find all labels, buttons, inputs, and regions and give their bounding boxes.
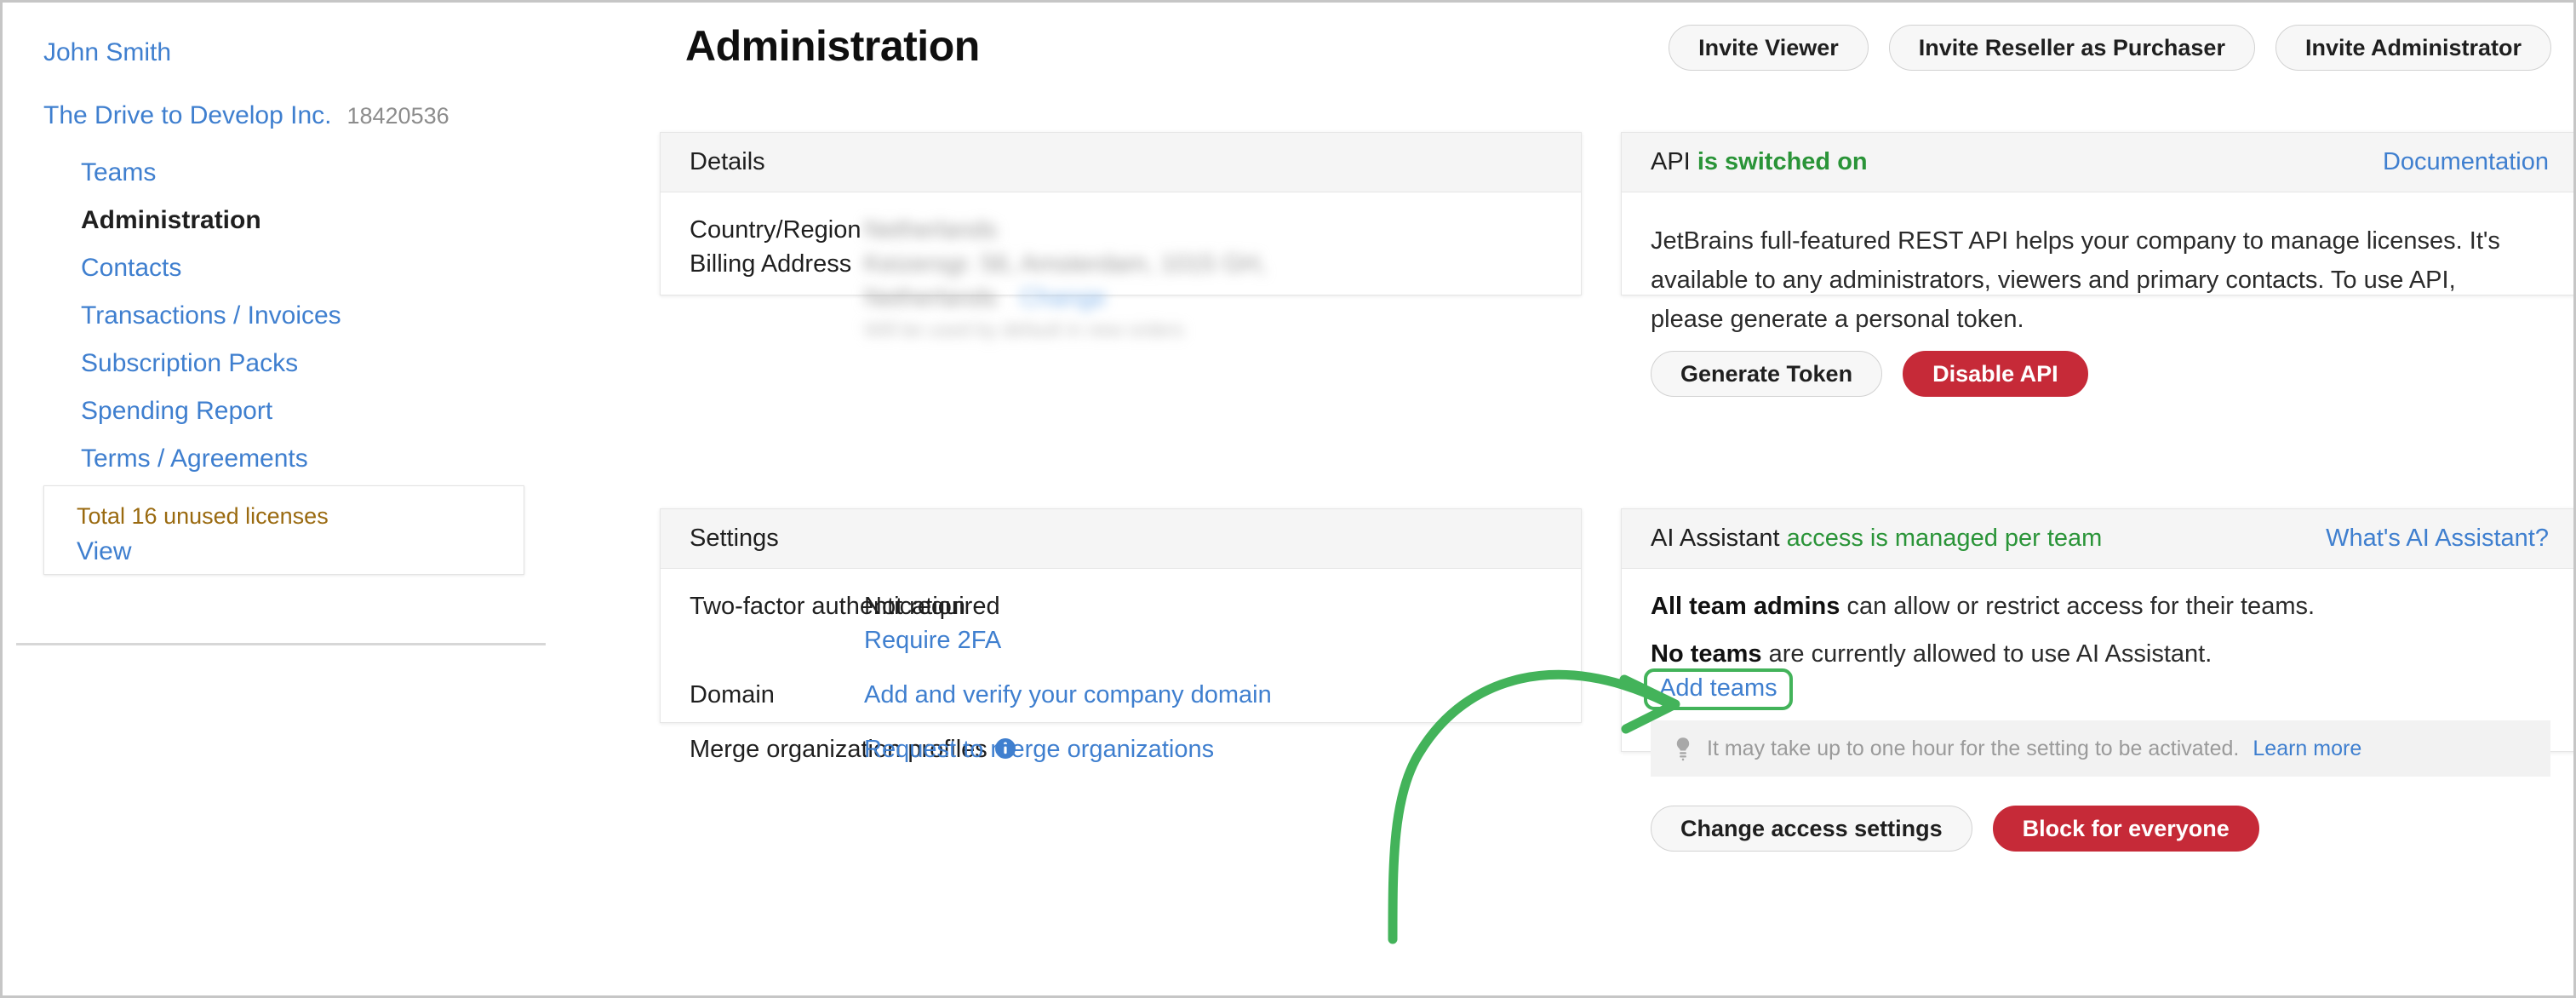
merge-organization-profiles-label-group: Merge organization profiles — [690, 732, 1016, 766]
domain-row: Domain Add and verify your company domai… — [690, 678, 1272, 712]
ai-admins-line-rest: can allow or restrict access for their t… — [1840, 593, 2316, 620]
sidebar-item-label: Teams — [81, 158, 157, 186]
billing-address-note: Will be used by default in new orders — [864, 318, 1184, 341]
ai-assistant-card-header: AI Assistant access is managed per team … — [1622, 509, 2573, 569]
details-card-header: Details — [661, 133, 1581, 192]
invite-administrator-button[interactable]: Invite Administrator — [2275, 25, 2551, 71]
settings-card-header: Settings — [661, 509, 1581, 569]
api-status-badge: is switched on — [1697, 148, 1868, 175]
billing-address-line-1: Keizersgr. 56, Amsterdam, 1015 GH, — [864, 250, 1267, 278]
ai-admins-line-bold: All team admins — [1651, 593, 1840, 620]
sidebar-item-terms-agreements[interactable]: Terms / Agreements — [81, 435, 341, 483]
ai-assistant-card-title-text: AI Assistant — [1651, 525, 1780, 552]
sidebar-organization-id: 18420536 — [346, 103, 449, 129]
billing-address-value-group: Keizersgr. 56, Amsterdam, 1015 GH, Nethe… — [864, 247, 1266, 344]
api-documentation-link[interactable]: Documentation — [2383, 150, 2549, 175]
domain-label: Domain — [690, 681, 775, 708]
ai-admins-line: All team admins can allow or restrict ac… — [1651, 594, 2315, 619]
sidebar-item-label: Subscription Packs — [81, 349, 299, 377]
sidebar-divider — [16, 643, 546, 645]
sidebar-item-transactions-invoices[interactable]: Transactions / Invoices — [81, 292, 341, 340]
sidebar-item-administration[interactable]: Administration — [81, 197, 341, 244]
two-factor-authentication-value: Not required — [864, 593, 1000, 620]
api-card-header: API is switched on Documentation — [1622, 133, 2573, 192]
generate-token-button[interactable]: Generate Token — [1651, 351, 1883, 397]
page-title: Administration — [685, 22, 980, 70]
settings-card-title: Settings — [690, 525, 779, 552]
require-2fa-link[interactable]: Require 2FA — [864, 623, 1001, 657]
add-and-verify-domain-link[interactable]: Add and verify your company domain — [864, 678, 1272, 712]
unused-licenses-summary: Total 16 unused licenses — [77, 503, 329, 529]
details-card: Details Country/Region Netherlands Billi… — [660, 132, 1582, 341]
country-region-value: Netherlands — [864, 216, 998, 244]
sidebar-item-subscription-packs[interactable]: Subscription Packs — [81, 340, 341, 387]
sidebar-item-label: Administration — [81, 206, 261, 234]
sidebar-item-contacts[interactable]: Contacts — [81, 244, 341, 292]
invite-viewer-button[interactable]: Invite Viewer — [1669, 25, 1869, 71]
disable-api-button[interactable]: Disable API — [1903, 351, 2088, 397]
ai-no-teams-line-rest: are currently allowed to use AI Assistan… — [1761, 640, 2212, 668]
sidebar-user-link[interactable]: John Smith — [43, 40, 171, 66]
sidebar-item-teams[interactable]: Teams — [81, 149, 341, 197]
browser-viewport: John Smith The Drive to Develop Inc. 184… — [0, 0, 2576, 998]
ai-assistant-card: AI Assistant access is managed per team … — [1621, 508, 2573, 852]
unused-licenses-view-link[interactable]: View — [77, 539, 131, 565]
sidebar: John Smith The Drive to Develop Inc. 184… — [3, 3, 658, 995]
country-region-row: Country/Region Netherlands — [690, 213, 997, 247]
unused-licenses-box: Total 16 unused licenses View — [43, 485, 524, 575]
ai-assistant-status-badge: access is managed per team — [1786, 525, 2103, 552]
main-content: Administration Invite Viewer Invite Rese… — [658, 3, 2573, 995]
billing-address-line-2: Netherlands — [864, 284, 998, 312]
billing-address-label: Billing Address — [690, 250, 852, 278]
two-factor-authentication-value-group: Not required Require 2FA — [864, 589, 1001, 657]
two-factor-authentication-label: Two-factor authentication — [690, 593, 966, 620]
change-access-settings-button[interactable]: Change access settings — [1651, 806, 1972, 852]
ai-activation-note: It may take up to one hour for the setti… — [1651, 720, 2550, 777]
whats-ai-assistant-link[interactable]: What's AI Assistant? — [2326, 526, 2549, 551]
header-actions: Invite Viewer Invite Reseller as Purchas… — [1669, 25, 2551, 71]
sidebar-item-label: Contacts — [81, 254, 182, 282]
add-teams-highlight-box: Add teams — [1644, 668, 1793, 710]
country-region-label: Country/Region — [690, 216, 862, 244]
details-card-title: Details — [690, 148, 765, 175]
request-to-merge-organizations-link[interactable]: Request to merge organizations — [864, 732, 1214, 766]
billing-address-row: Billing Address Keizersgr. 56, Amsterdam… — [690, 247, 1266, 344]
api-card-title: API is switched on — [1651, 150, 1868, 175]
sidebar-organization-link[interactable]: The Drive to Develop Inc. — [43, 103, 331, 129]
add-teams-highlight-wrapper: Add teams — [1644, 668, 1793, 710]
sidebar-nav: Teams Administration Contacts Transactio… — [81, 149, 341, 483]
api-description: JetBrains full-featured REST API helps y… — [1651, 227, 2500, 333]
ai-no-teams-line-bold: No teams — [1651, 640, 1762, 668]
sidebar-item-label: Transactions / Invoices — [81, 301, 341, 330]
settings-card: Settings Two-factor authentication Not r… — [660, 508, 1582, 763]
sidebar-item-label: Spending Report — [81, 397, 273, 425]
api-actions: Generate Token Disable API — [1651, 351, 2088, 397]
sidebar-organization-row: The Drive to Develop Inc. 18420536 — [43, 103, 449, 129]
add-teams-link[interactable]: Add teams — [1659, 674, 1777, 702]
lightbulb-icon — [1673, 736, 1693, 761]
block-for-everyone-button[interactable]: Block for everyone — [1992, 806, 2259, 852]
two-factor-authentication-row: Two-factor authentication Not required R… — [690, 589, 1001, 657]
learn-more-link[interactable]: Learn more — [2253, 737, 2361, 760]
ai-assistant-card-title: AI Assistant access is managed per team — [1651, 526, 2102, 551]
ai-activation-note-text: It may take up to one hour for the setti… — [1707, 736, 2240, 760]
ai-no-teams-line: No teams are currently allowed to use AI… — [1651, 642, 2212, 667]
sidebar-item-label: Terms / Agreements — [81, 445, 308, 473]
api-card-title-text: API — [1651, 148, 1691, 175]
merge-organization-profiles-row: Merge organization profiles Request to m… — [690, 732, 1214, 766]
sidebar-item-spending-report[interactable]: Spending Report — [81, 387, 341, 435]
billing-address-change-link[interactable]: Change — [1020, 284, 1107, 312]
ai-assistant-actions: Change access settings Block for everyon… — [1651, 806, 2259, 852]
invite-reseller-as-purchaser-button[interactable]: Invite Reseller as Purchaser — [1888, 25, 2255, 71]
api-card: API is switched on Documentation JetBrai… — [1621, 132, 2573, 397]
